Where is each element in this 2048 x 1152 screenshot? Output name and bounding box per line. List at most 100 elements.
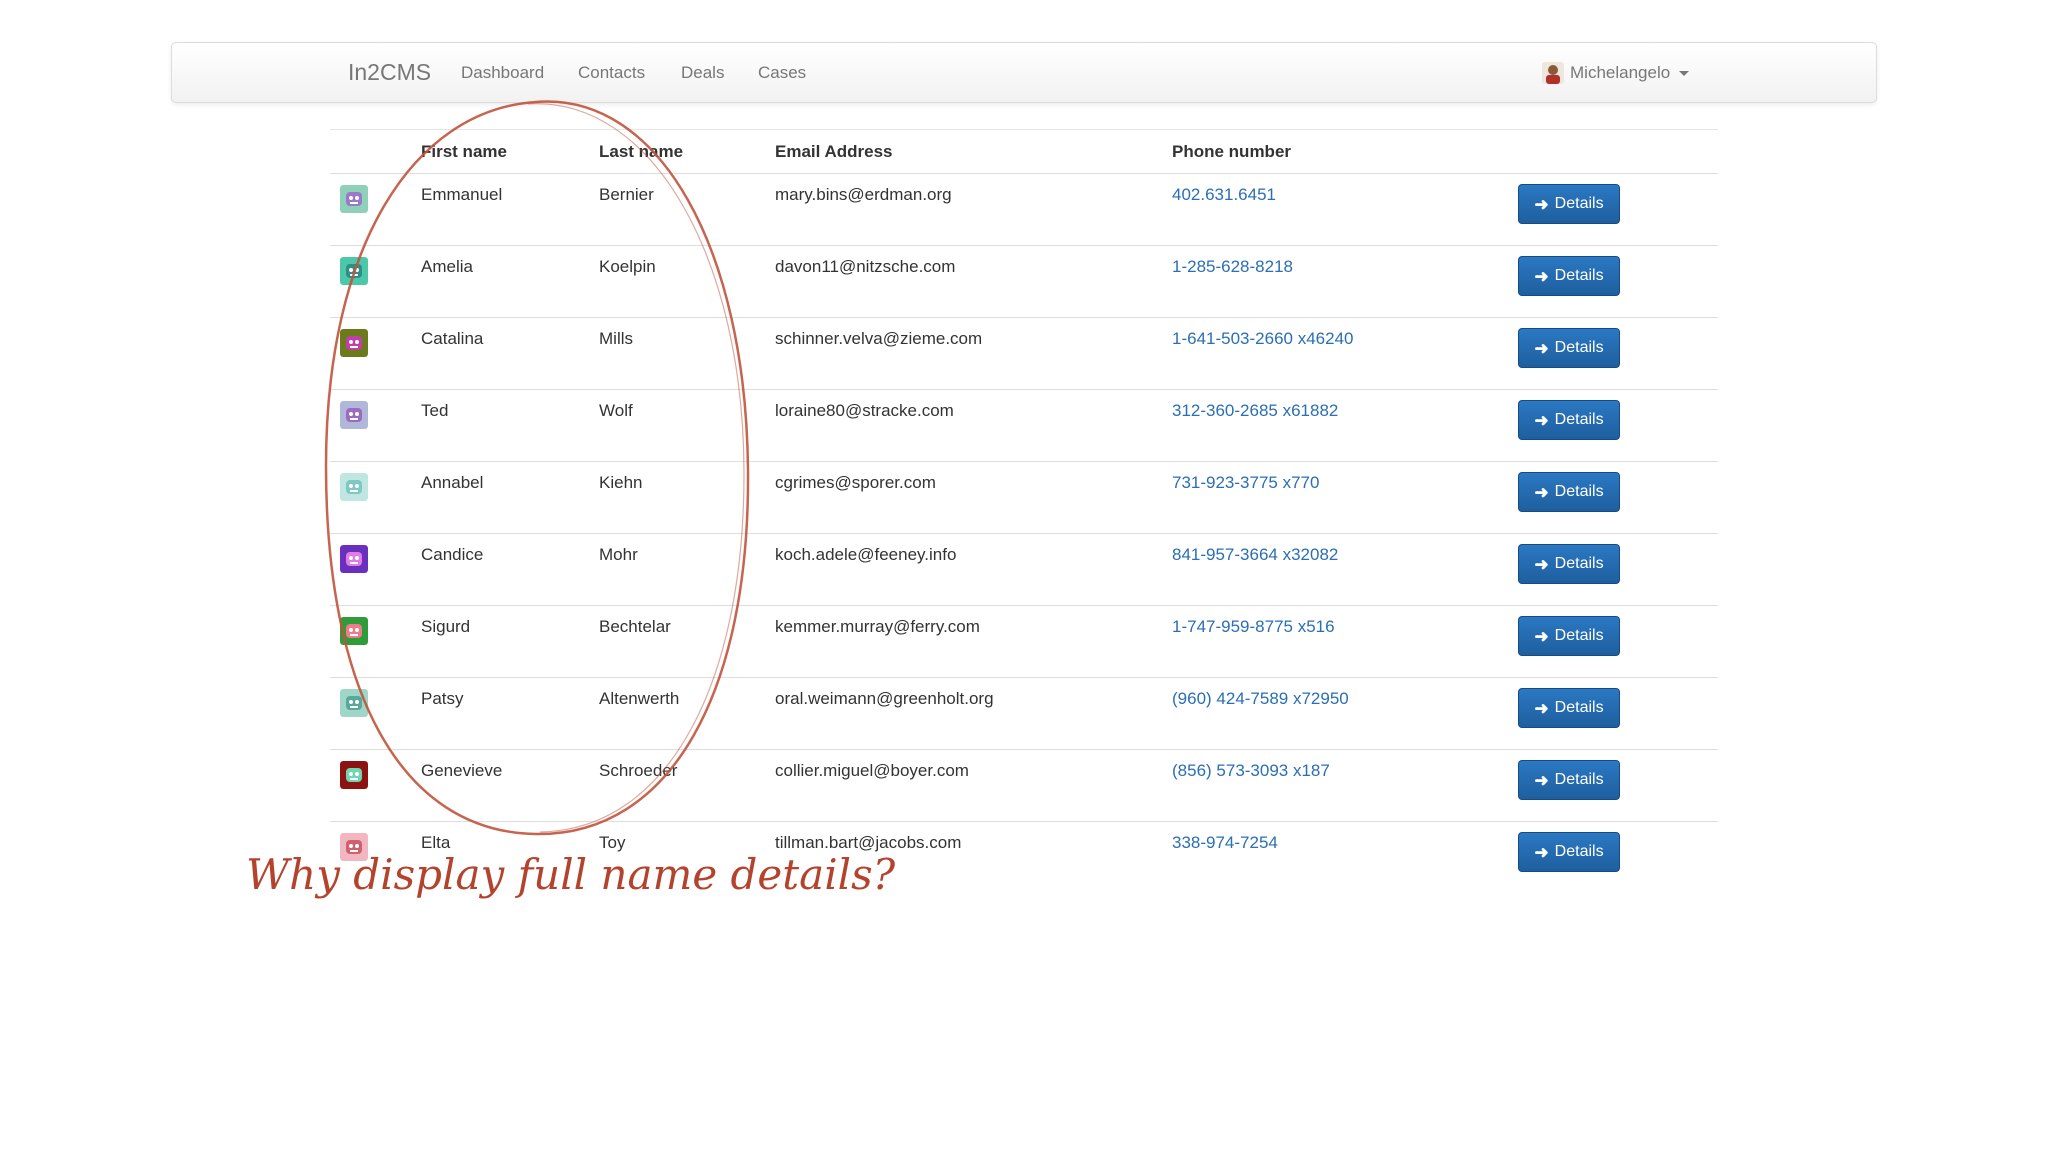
avatar-cell <box>330 533 421 606</box>
last-name-cell: Mills <box>599 317 775 390</box>
phone-cell: (856) 573-3093 x187 <box>1172 749 1518 822</box>
details-button-label: Details <box>1554 699 1604 716</box>
table-row: Catalina Mills schinner.velva@zieme.com 1-6… <box>330 317 1718 390</box>
actions-cell: ➜ Details <box>1518 821 1718 893</box>
nav-link-cases[interactable]: Cases <box>758 43 806 102</box>
annotation-text: Why display full name details? <box>246 850 896 899</box>
table-row: Ted Wolf loraine80@stracke.com 312-360-2685… <box>330 389 1718 462</box>
table-row: Patsy Altenwerth oral.weimann@greenholt.or… <box>330 677 1718 750</box>
phone-link[interactable]: 402.631.6451 <box>1172 185 1276 204</box>
actions-header <box>1518 129 1718 174</box>
email-cell: oral.weimann@greenholt.org <box>775 677 1172 750</box>
table-row: Genevieve Schroeder collier.miguel@boyer.c… <box>330 749 1718 822</box>
arrow-right-icon: ➜ <box>1534 410 1549 430</box>
first-name-cell: Sigurd <box>421 605 599 678</box>
nav-link-dashboard[interactable]: Dashboard <box>461 43 544 102</box>
nav-link-deals[interactable]: Deals <box>681 43 724 102</box>
last-name-cell: Mohr <box>599 533 775 606</box>
first-name-cell: Amelia <box>421 245 599 318</box>
brand-logo[interactable]: In2CMS <box>348 43 431 102</box>
avatar-header <box>330 129 421 174</box>
user-avatar-icon <box>1542 61 1564 84</box>
avatar-cell <box>330 389 421 462</box>
table-row: Amelia Koelpin davon11@nitzsche.com 1-285-6… <box>330 245 1718 318</box>
arrow-right-icon: ➜ <box>1534 482 1549 502</box>
phone-link[interactable]: 338-974-7254 <box>1172 833 1278 852</box>
avatar-cell <box>330 317 421 390</box>
phone-link[interactable]: (960) 424-7589 x72950 <box>1172 689 1349 708</box>
details-button[interactable]: ➜ Details <box>1518 544 1620 584</box>
details-button[interactable]: ➜ Details <box>1518 688 1620 728</box>
table-row: Emmanuel Bernier mary.bins@erdman.org 402.6… <box>330 173 1718 246</box>
email-cell: kemmer.murray@ferry.com <box>775 605 1172 678</box>
table-row: Sigurd Bechtelar kemmer.murray@ferry.com 1-… <box>330 605 1718 678</box>
nav-link-contacts[interactable]: Contacts <box>578 43 645 102</box>
phone-link[interactable]: 312-360-2685 x61882 <box>1172 401 1338 420</box>
robot-avatar-icon <box>340 761 368 789</box>
phone-cell: 1-747-959-8775 x516 <box>1172 605 1518 678</box>
first-name-header: First name <box>421 129 599 174</box>
details-button-label: Details <box>1554 771 1604 788</box>
email-cell: schinner.velva@zieme.com <box>775 317 1172 390</box>
last-name-cell: Schroeder <box>599 749 775 822</box>
robot-avatar-icon <box>340 257 368 285</box>
phone-cell: 1-285-628-8218 <box>1172 245 1518 318</box>
user-name: Michelangelo <box>1570 62 1671 82</box>
first-name-cell: Patsy <box>421 677 599 750</box>
details-button[interactable]: ➜ Details <box>1518 184 1620 224</box>
arrow-right-icon: ➜ <box>1534 626 1549 646</box>
avatar-cell <box>330 677 421 750</box>
first-name-cell: Emmanuel <box>421 173 599 246</box>
arrow-right-icon: ➜ <box>1534 698 1549 718</box>
avatar-cell <box>330 173 421 246</box>
table-row: Annabel Kiehn cgrimes@sporer.com 731-923-37… <box>330 461 1718 534</box>
avatar-cell <box>330 245 421 318</box>
avatar-cell <box>330 605 421 678</box>
arrow-right-icon: ➜ <box>1534 338 1549 358</box>
last-name-header: Last name <box>599 129 775 174</box>
table-row: Candice Mohr koch.adele@feeney.info 841-957… <box>330 533 1718 606</box>
email-cell: collier.miguel@boyer.com <box>775 749 1172 822</box>
user-menu[interactable]: Michelangelo <box>1542 43 1690 102</box>
actions-cell: ➜ Details <box>1518 533 1718 606</box>
details-button-label: Details <box>1554 267 1604 284</box>
phone-link[interactable]: (856) 573-3093 x187 <box>1172 761 1330 780</box>
details-button-label: Details <box>1554 627 1604 644</box>
details-button[interactable]: ➜ Details <box>1518 832 1620 872</box>
details-button[interactable]: ➜ Details <box>1518 616 1620 656</box>
last-name-cell: Bechtelar <box>599 605 775 678</box>
phone-cell: 841-957-3664 x32082 <box>1172 533 1518 606</box>
details-button-label: Details <box>1554 339 1604 356</box>
phone-cell: 1-641-503-2660 x46240 <box>1172 317 1518 390</box>
actions-cell: ➜ Details <box>1518 605 1718 678</box>
details-button[interactable]: ➜ Details <box>1518 760 1620 800</box>
details-button[interactable]: ➜ Details <box>1518 328 1620 368</box>
contacts-table: First name Last name Email Address Phone… <box>330 129 1718 893</box>
phone-link[interactable]: 1-641-503-2660 x46240 <box>1172 329 1353 348</box>
first-name-cell: Annabel <box>421 461 599 534</box>
details-button[interactable]: ➜ Details <box>1518 472 1620 512</box>
robot-avatar-icon <box>340 473 368 501</box>
last-name-cell: Wolf <box>599 389 775 462</box>
details-button[interactable]: ➜ Details <box>1518 400 1620 440</box>
robot-avatar-icon <box>340 185 368 213</box>
email-cell: davon11@nitzsche.com <box>775 245 1172 318</box>
phone-link[interactable]: 841-957-3664 x32082 <box>1172 545 1338 564</box>
actions-cell: ➜ Details <box>1518 245 1718 318</box>
actions-cell: ➜ Details <box>1518 677 1718 750</box>
details-button-label: Details <box>1554 555 1604 572</box>
phone-cell: 338-974-7254 <box>1172 821 1518 893</box>
last-name-cell: Bernier <box>599 173 775 246</box>
details-button[interactable]: ➜ Details <box>1518 256 1620 296</box>
phone-link[interactable]: 1-747-959-8775 x516 <box>1172 617 1335 636</box>
last-name-cell: Koelpin <box>599 245 775 318</box>
actions-cell: ➜ Details <box>1518 173 1718 246</box>
phone-cell: (960) 424-7589 x72950 <box>1172 677 1518 750</box>
phone-link[interactable]: 731-923-3775 x770 <box>1172 473 1319 492</box>
phone-link[interactable]: 1-285-628-8218 <box>1172 257 1293 276</box>
first-name-cell: Ted <box>421 389 599 462</box>
phone-cell: 312-360-2685 x61882 <box>1172 389 1518 462</box>
email-cell: mary.bins@erdman.org <box>775 173 1172 246</box>
arrow-right-icon: ➜ <box>1534 266 1549 286</box>
arrow-right-icon: ➜ <box>1534 194 1549 214</box>
